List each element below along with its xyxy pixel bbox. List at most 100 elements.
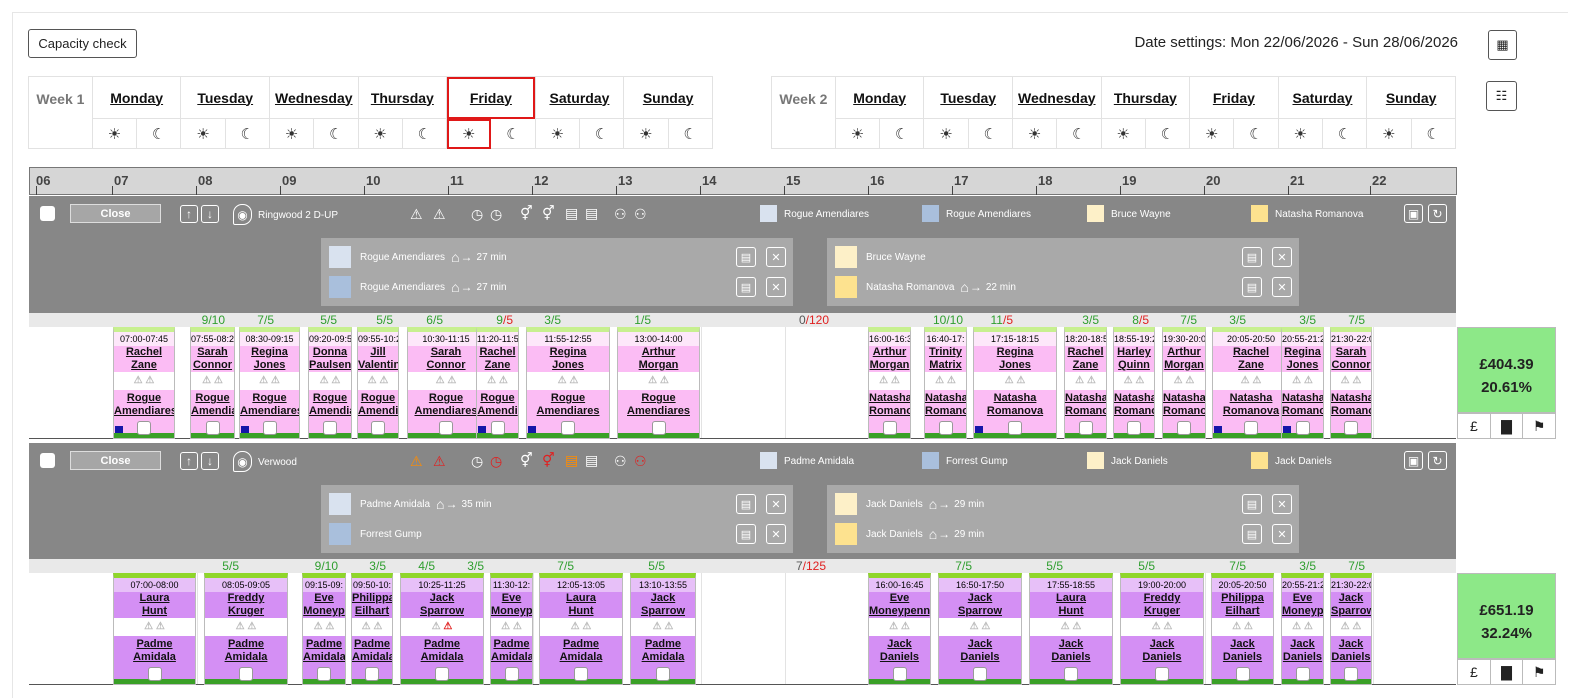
remove-icon[interactable]: ✕ bbox=[766, 277, 786, 297]
staff-last-name[interactable]: Moneyp bbox=[1282, 605, 1323, 618]
shift-block[interactable]: 08:05-09:05 Freddy Kruger ⚠ ⚠ Padme Amidala bbox=[204, 573, 288, 685]
card-icon[interactable]: ▤ bbox=[736, 524, 756, 544]
staff-first-name[interactable]: Eve bbox=[1282, 592, 1323, 605]
week-1-sunday[interactable]: Sunday bbox=[623, 76, 713, 119]
card-icon[interactable]: ▤ bbox=[1242, 524, 1262, 544]
select-checkbox[interactable] bbox=[40, 206, 55, 221]
day-shift-icon[interactable]: ☀ bbox=[1277, 118, 1323, 149]
shift-checkbox[interactable] bbox=[651, 421, 666, 435]
night-shift-icon[interactable]: ☾ bbox=[1321, 118, 1368, 149]
staff-last-name[interactable]: Jones bbox=[974, 359, 1056, 372]
close-button[interactable]: Close bbox=[70, 451, 161, 470]
client-last-name[interactable]: Romanova bbox=[1213, 405, 1289, 418]
client-last-name[interactable]: Daniels bbox=[939, 651, 1021, 664]
day-shift-icon[interactable]: ☀ bbox=[91, 118, 138, 149]
pound-icon[interactable]: £ bbox=[1458, 660, 1491, 684]
move-down-icon[interactable]: ↓ bbox=[201, 452, 219, 470]
staff-first-name[interactable]: Arthur bbox=[869, 346, 910, 359]
shift-checkbox[interactable] bbox=[365, 667, 379, 681]
shift-block[interactable]: 12:05-13:05 Laura Hunt ⚠ ⚠ Padme Amidala bbox=[539, 573, 623, 685]
client-first-name[interactable]: Natasha bbox=[1065, 390, 1106, 405]
client-first-name[interactable]: Natasha bbox=[974, 390, 1056, 405]
staff-first-name[interactable]: Regina bbox=[1282, 346, 1323, 359]
shift-block[interactable]: 18:55-19:2 Harley Quinn ⚠ ⚠ Natasha Romano bbox=[1113, 327, 1155, 439]
day-shift-icon[interactable]: ☀ bbox=[357, 118, 403, 149]
day-shift-icon[interactable]: ☀ bbox=[923, 118, 969, 149]
client-first-name[interactable]: Rogue bbox=[240, 390, 299, 405]
shift-checkbox[interactable] bbox=[317, 667, 331, 681]
client-last-name[interactable]: Romano bbox=[925, 405, 966, 418]
shift-block[interactable]: 10:30-11:15 Sarah Connor ⚠ ⚠ Rogue Amendiares bbox=[407, 327, 485, 439]
client-first-name[interactable]: Rogue bbox=[477, 390, 518, 405]
night-shift-icon[interactable]: ☾ bbox=[578, 118, 625, 149]
client-last-name[interactable]: Amidala bbox=[303, 651, 345, 664]
week-1-thursday[interactable]: Thursday bbox=[357, 76, 448, 119]
chart-icon[interactable]: ▇ bbox=[1491, 414, 1524, 438]
shift-block[interactable]: 21:30-22:0 Jack Sparrow ⚠ ⚠ Jack Daniels bbox=[1330, 573, 1372, 685]
staff-first-name[interactable]: Laura bbox=[114, 592, 195, 605]
pound-icon[interactable]: £ bbox=[1458, 414, 1491, 438]
move-down-icon[interactable]: ↓ bbox=[201, 205, 219, 223]
shift-block[interactable]: 16:40-17: Trinity Matrix ⚠ ⚠ Natasha Romano bbox=[924, 327, 967, 439]
day-shift-icon[interactable]: ☀ bbox=[1100, 118, 1146, 149]
capacity-check-button[interactable]: Capacity check bbox=[28, 29, 137, 58]
shift-block[interactable]: 11:30-12: Eve Moneyp ⚠ ⚠ Padme Amidala bbox=[490, 573, 533, 685]
staff-first-name[interactable]: Sarah bbox=[1331, 346, 1371, 359]
shift-block[interactable]: 13:00-14:00 Arthur Morgan ⚠ ⚠ Rogue Amendiare… bbox=[617, 327, 700, 439]
staff-first-name[interactable]: Donna bbox=[309, 346, 351, 359]
staff-last-name[interactable]: Connor bbox=[408, 359, 484, 372]
staff-last-name[interactable]: Kruger bbox=[205, 605, 287, 618]
staff-last-name[interactable]: Morgan bbox=[869, 359, 910, 372]
shift-checkbox[interactable] bbox=[1235, 667, 1250, 681]
shift-block[interactable]: 07:55-08:2 Sarah Connor ⚠ ⚠ Rogue Amendia bbox=[190, 327, 235, 439]
client-first-name[interactable]: Rogue bbox=[618, 390, 699, 405]
client-last-name[interactable]: Amendi bbox=[477, 405, 518, 418]
staff-last-name[interactable]: Connor bbox=[191, 359, 234, 372]
staff-last-name[interactable]: Sparrow bbox=[939, 605, 1021, 618]
client-last-name[interactable]: Daniels bbox=[1331, 651, 1371, 664]
staff-last-name[interactable]: Sparrow bbox=[1331, 605, 1371, 618]
refresh-icon[interactable]: ↻ bbox=[1428, 204, 1447, 223]
client-first-name[interactable]: Padme bbox=[491, 636, 532, 651]
staff-first-name[interactable]: Jack bbox=[401, 592, 483, 605]
week-1-saturday[interactable]: Saturday bbox=[534, 76, 625, 119]
shift-checkbox[interactable] bbox=[882, 421, 897, 435]
shift-block[interactable]: 19:00-20:00 Freddy Kruger ⚠ ⚠ Jack Daniels bbox=[1120, 573, 1204, 685]
client-last-name[interactable]: Daniels bbox=[869, 651, 930, 664]
staff-first-name[interactable]: Sarah bbox=[408, 346, 484, 359]
client-first-name[interactable]: Natasha bbox=[1282, 390, 1323, 405]
client-first-name[interactable]: Rogue bbox=[358, 390, 398, 405]
client-first-name[interactable]: Natasha bbox=[869, 390, 910, 405]
night-shift-icon[interactable]: ☾ bbox=[1410, 118, 1457, 149]
staff-first-name[interactable]: Freddy bbox=[1121, 592, 1203, 605]
client-last-name[interactable]: Romanova bbox=[974, 405, 1056, 418]
client-last-name[interactable]: Amendi bbox=[358, 405, 398, 418]
client-first-name[interactable]: Rogue bbox=[191, 390, 234, 405]
staff-last-name[interactable]: Moneypenny bbox=[869, 605, 930, 618]
shift-checkbox[interactable] bbox=[1177, 421, 1191, 435]
shift-block[interactable]: 09:50-10: Philippa Eilhart ⚠ ⚠ Padme Amidala bbox=[351, 573, 393, 685]
shift-block[interactable]: 09:20-09:5 Donna Paulsen ⚠ ⚠ Rogue Amendia bbox=[308, 327, 352, 439]
client-last-name[interactable]: Romano bbox=[1114, 405, 1154, 418]
client-last-name[interactable]: Romano bbox=[1331, 405, 1371, 418]
shift-checkbox[interactable] bbox=[239, 667, 253, 681]
client-last-name[interactable]: Daniels bbox=[1282, 651, 1323, 664]
day-shift-icon[interactable]: ☀ bbox=[180, 118, 226, 149]
refresh-icon[interactable]: ↻ bbox=[1428, 451, 1447, 470]
staff-last-name[interactable]: Quinn bbox=[1114, 359, 1154, 372]
night-shift-icon[interactable]: ☾ bbox=[490, 118, 536, 149]
shift-block[interactable]: 16:00-16:3 Arthur Morgan ⚠ ⚠ Natasha Romano bbox=[868, 327, 911, 439]
client-last-name[interactable]: Daniels bbox=[1030, 651, 1112, 664]
shift-checkbox[interactable] bbox=[1064, 667, 1078, 681]
night-shift-icon[interactable]: ☾ bbox=[136, 118, 182, 149]
client-first-name[interactable]: Rogue bbox=[309, 390, 351, 405]
night-shift-icon[interactable]: ☾ bbox=[1233, 118, 1279, 149]
shift-block[interactable]: 18:20-18:5 Rachel Zane ⚠ ⚠ Natasha Romano bbox=[1064, 327, 1107, 439]
client-first-name[interactable]: Jack bbox=[1212, 636, 1273, 651]
shift-block[interactable]: 16:50-17:50 Jack Sparrow ⚠ ⚠ Jack Daniels bbox=[938, 573, 1022, 685]
card-icon[interactable]: ▤ bbox=[1242, 277, 1262, 297]
week-2-friday[interactable]: Friday bbox=[1189, 76, 1279, 119]
client-last-name[interactable]: Amendiares bbox=[527, 405, 609, 418]
week-2-saturday[interactable]: Saturday bbox=[1277, 76, 1368, 119]
client-last-name[interactable]: Amidala bbox=[401, 651, 483, 664]
